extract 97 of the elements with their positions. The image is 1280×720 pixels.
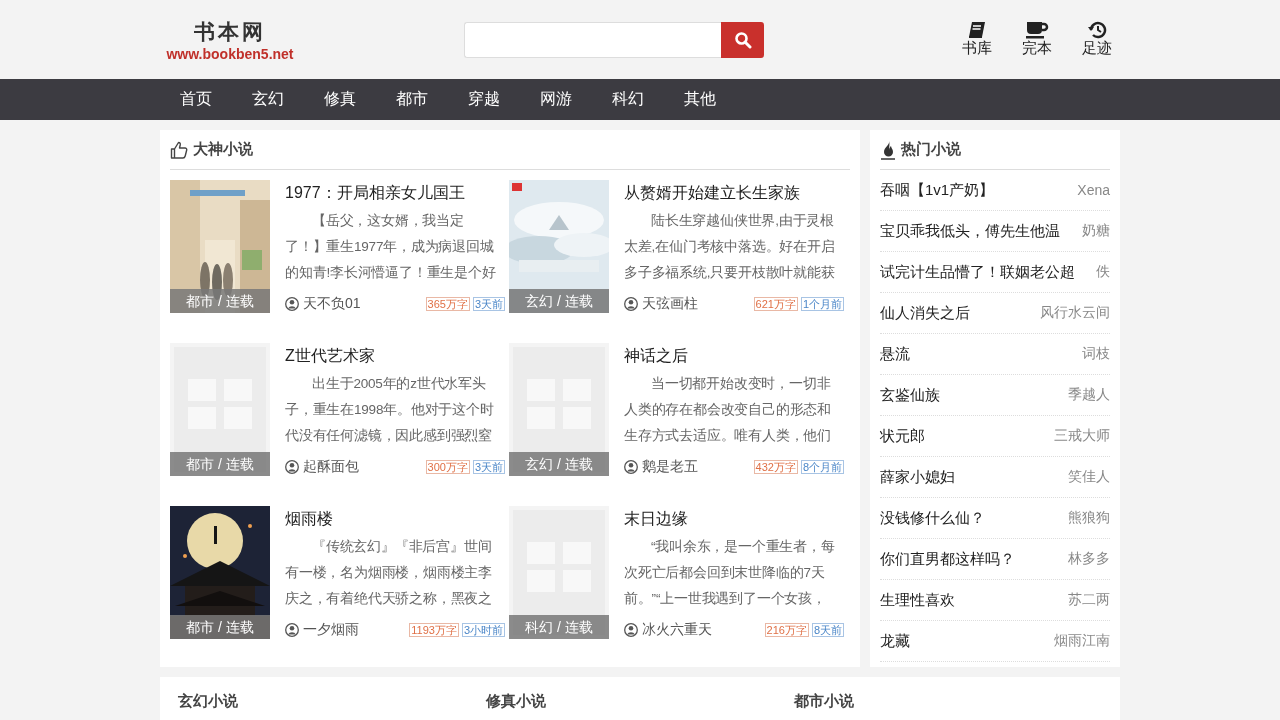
- author-name[interactable]: 季越人: [1068, 386, 1110, 404]
- nav-link[interactable]: 穿越: [448, 89, 520, 110]
- author-name[interactable]: 熊狼狗: [1068, 509, 1110, 527]
- author-name[interactable]: 奶糖: [1082, 222, 1110, 240]
- hot-book-title[interactable]: 没钱修什么仙？: [880, 508, 985, 528]
- history-icon: [1087, 21, 1107, 39]
- user-icon: [624, 623, 638, 637]
- book-cover[interactable]: 玄幻 / 连载: [509, 343, 609, 476]
- user-icon: [285, 623, 299, 637]
- book-description: 陆长生穿越仙侠世界,由于灵根太差,在仙门考核中落选。好在开启多子多福系统,只要开枝散叶就能获: [624, 212, 836, 282]
- hot-book-title[interactable]: 宝贝乖我低头，傅先生他温: [880, 221, 1060, 241]
- book-description: 『传统玄幻』『非后宫』世间有一楼，名为烟雨楼，烟雨楼主李庆之，有着绝代天骄之称，黑夜之: [285, 538, 493, 608]
- user-icon: [624, 460, 638, 474]
- category-label: 玄幻 / 连载: [509, 289, 609, 313]
- word-count-tag: 621万字: [753, 297, 798, 311]
- hot-book-title[interactable]: 玄鉴仙族: [880, 385, 940, 405]
- nav-link[interactable]: 首页: [160, 89, 232, 110]
- update-time-tag: 1个月前: [800, 297, 844, 311]
- book-cover[interactable]: 都市 / 连载: [170, 343, 270, 476]
- site-logo[interactable]: 书本网: [194, 17, 266, 46]
- book-cover[interactable]: 都市 / 连载: [170, 180, 270, 313]
- category-label: 都市 / 连载: [170, 615, 270, 639]
- author-name[interactable]: Xena: [1077, 182, 1110, 198]
- update-time-tag: 8个月前: [800, 460, 844, 474]
- nav-link[interactable]: 网游: [520, 89, 592, 110]
- author-name[interactable]: 风行水云间: [1040, 304, 1110, 322]
- author-name[interactable]: 苏二两: [1068, 591, 1110, 609]
- nav-link[interactable]: 都市: [376, 89, 448, 110]
- word-count-tag: 300万字: [425, 460, 470, 474]
- section-title: 玄幻小说: [178, 692, 239, 711]
- section-title: 热门小说: [901, 140, 961, 159]
- update-time-tag: 8天前: [811, 623, 844, 637]
- book-icon: [967, 21, 987, 39]
- word-count-tag: 216万字: [764, 623, 809, 637]
- author-name[interactable]: 笑佳人: [1068, 468, 1110, 486]
- author-name[interactable]: 冰火六重天: [642, 621, 712, 639]
- book-description: 当一切都开始改变时，一切非人类的存在都会改变自己的形态和生存方式去适应。唯有人类，他们: [624, 375, 832, 445]
- section-title: 大神小说: [193, 140, 253, 159]
- update-time-tag: 3小时前: [461, 623, 505, 637]
- book-title[interactable]: 末日边缘: [624, 506, 844, 532]
- header-link[interactable]: 书库: [959, 21, 995, 58]
- author-name[interactable]: 天弦画柱: [642, 295, 698, 313]
- book-description: 【岳父，这女婿，我当定了！】重生1977年，成为病退回城的知青!李长河懵逼了！重生是个好: [285, 212, 497, 282]
- author-name[interactable]: 佚: [1096, 263, 1110, 281]
- user-icon: [624, 297, 638, 311]
- author-name[interactable]: 烟雨江南: [1054, 632, 1110, 650]
- hot-book-title[interactable]: 吞咽【1v1产奶】: [880, 180, 995, 200]
- category-label: 科幻 / 连载: [509, 615, 609, 639]
- book-title[interactable]: Z世代艺术家: [285, 343, 505, 369]
- header-link[interactable]: 足迹: [1079, 21, 1115, 58]
- header-link[interactable]: 完本: [1019, 21, 1055, 58]
- hot-book-title[interactable]: 仙人消失之后: [880, 303, 970, 323]
- author-name[interactable]: 起酥面包: [303, 458, 359, 476]
- thumbs-up-icon: [170, 140, 188, 159]
- search-button[interactable]: [721, 21, 764, 58]
- author-name[interactable]: 三戒大师: [1054, 427, 1110, 445]
- cup-icon: [1025, 21, 1049, 39]
- category-label: 玄幻 / 连载: [509, 452, 609, 476]
- book-description: “我叫余东，是一个重生者，每次死亡后都会回到末世降临的7天前。”“上一世我遇到了一个女孩，: [624, 538, 836, 608]
- word-count-tag: 432万字: [753, 460, 798, 474]
- book-cover[interactable]: 玄幻 / 连载: [509, 180, 609, 313]
- book-title[interactable]: 1977：开局相亲女儿国王: [285, 180, 505, 206]
- nav-link[interactable]: 科幻: [592, 89, 664, 110]
- book-description: 出生于2005年的z世代水军头子，重生在1998年。他对于这个时代没有任何滤镜，因此感到强烈窒: [285, 375, 495, 445]
- search-icon: [733, 30, 752, 49]
- update-time-tag: 3天前: [472, 460, 505, 474]
- author-name[interactable]: 林多多: [1068, 550, 1110, 568]
- hot-book-title[interactable]: 薛家小媳妇: [880, 467, 955, 487]
- book-cover[interactable]: 科幻 / 连载: [509, 506, 609, 639]
- author-name[interactable]: 词枝: [1082, 345, 1110, 363]
- nav-link[interactable]: 玄幻: [232, 89, 304, 110]
- hot-book-title[interactable]: 你们直男都这样吗？: [880, 549, 1015, 569]
- word-count-tag: 365万字: [425, 297, 470, 311]
- hot-book-title[interactable]: 生理性喜欢: [880, 590, 955, 610]
- book-title[interactable]: 烟雨楼: [285, 506, 505, 532]
- author-name[interactable]: 一夕烟雨: [303, 621, 359, 639]
- word-count-tag: 1193万字: [409, 623, 459, 637]
- hot-book-title[interactable]: 试完计生品懵了！联姻老公超: [880, 262, 1075, 282]
- update-time-tag: 3天前: [472, 297, 505, 311]
- category-label: 都市 / 连载: [170, 452, 270, 476]
- section-title: 都市小说: [794, 692, 855, 711]
- book-title[interactable]: 神话之后: [624, 343, 844, 369]
- category-label: 都市 / 连载: [170, 289, 270, 313]
- user-icon: [285, 297, 299, 311]
- nav-link[interactable]: 其他: [664, 89, 736, 110]
- book-title[interactable]: 从赘婿开始建立长生家族: [624, 180, 844, 206]
- hot-book-title[interactable]: 悬流: [880, 344, 910, 364]
- book-cover[interactable]: 都市 / 连载: [170, 506, 270, 639]
- author-name[interactable]: 天不负01: [303, 295, 361, 313]
- search-field[interactable]: [464, 21, 721, 58]
- author-name[interactable]: 鹅是老五: [642, 458, 698, 476]
- hot-book-title[interactable]: 龙藏: [880, 631, 910, 651]
- nav-link[interactable]: 修真: [304, 89, 376, 110]
- user-icon: [285, 460, 299, 474]
- section-title: 修真小说: [486, 692, 547, 711]
- site-url[interactable]: www.bookben5.net: [166, 45, 294, 62]
- hot-book-title[interactable]: 状元郎: [880, 426, 925, 446]
